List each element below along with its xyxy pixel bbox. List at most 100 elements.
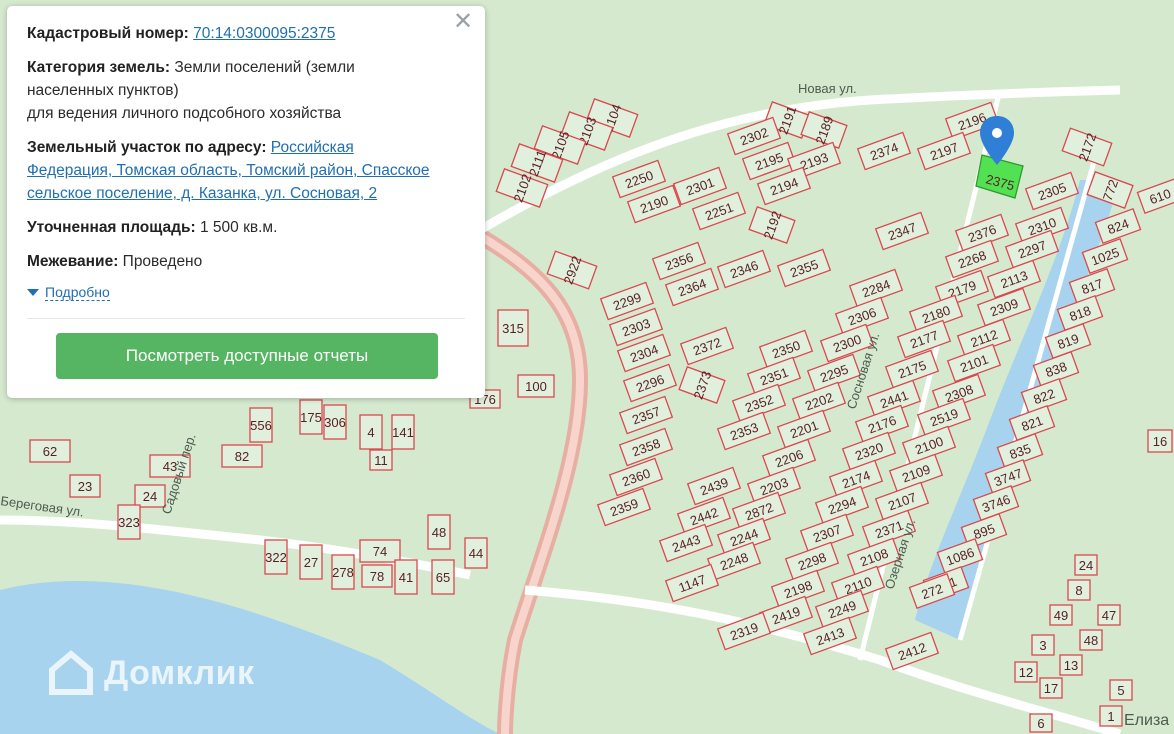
category-row: Категория земель: Земли поселений (земли… <box>27 56 465 125</box>
area-value: 1 500 кв.м. <box>200 219 278 236</box>
parcel-23[interactable]: 23 <box>69 474 101 498</box>
category-value-1: Земли поселений (земли <box>174 59 355 76</box>
parcel-322[interactable]: 322 <box>264 539 288 575</box>
survey-label: Межевание: <box>27 253 119 270</box>
parcel-6[interactable]: 6 <box>1029 713 1053 733</box>
parcel-48[interactable]: 48 <box>427 514 451 550</box>
parcel-1[interactable]: 1 <box>1099 705 1123 727</box>
parcel-label: 49 <box>1054 608 1068 623</box>
parcel-49[interactable]: 49 <box>1049 604 1073 626</box>
parcel-label: 65 <box>436 570 450 585</box>
address-row: Земельный участок по адресу: Российская … <box>27 136 465 205</box>
parcel-label: 78 <box>370 569 384 584</box>
parcel-11[interactable]: 11 <box>369 449 393 471</box>
parcel-82[interactable]: 82 <box>221 444 263 468</box>
parcel-label: 24 <box>143 489 157 504</box>
parcel-label: 6 <box>1037 716 1044 731</box>
parcel-label: 315 <box>502 321 524 336</box>
parcel-78[interactable]: 78 <box>361 564 393 588</box>
cadastral-label: Кадастровый номер: <box>27 25 189 42</box>
address-link-2[interactable]: Федерация, Томская область, Томский райо… <box>27 162 430 179</box>
details-toggle[interactable]: Подробно <box>27 284 465 301</box>
cadastral-row: Кадастровый номер: 70:14:0300095:2375 <box>27 22 465 45</box>
survey-value: Проведено <box>122 253 203 270</box>
parcel-label: 16 <box>1153 434 1167 449</box>
parcel-24[interactable]: 24 <box>1074 554 1098 576</box>
chevron-down-icon <box>27 289 39 296</box>
parcel-47[interactable]: 47 <box>1097 604 1121 626</box>
parcel-65[interactable]: 65 <box>431 559 455 595</box>
view-reports-button[interactable]: Посмотреть доступные отчеты <box>56 333 438 379</box>
parcel-label: 322 <box>265 550 287 565</box>
category-value-2: населенных пунктов) <box>27 82 179 99</box>
parcel-278[interactable]: 278 <box>331 554 355 590</box>
parcel-label: 4 <box>367 425 374 440</box>
parcel-label: 62 <box>43 444 57 459</box>
parcel-info-panel: ✕ Кадастровый номер: 70:14:0300095:2375 … <box>7 6 485 398</box>
parcel-label: 5 <box>1117 683 1124 698</box>
parcel-label: 3 <box>1039 638 1046 653</box>
parcel-556[interactable]: 556 <box>249 407 273 443</box>
address-label: Земельный участок по адресу: <box>27 139 267 156</box>
parcel-label: 100 <box>525 379 547 394</box>
area-row: Уточненная площадь: 1 500 кв.м. <box>27 216 465 239</box>
parcel-label: 11 <box>374 453 388 468</box>
parcel-label: 306 <box>324 415 346 430</box>
address-link-1[interactable]: Российская <box>271 139 354 156</box>
parcel-17[interactable]: 17 <box>1039 677 1063 699</box>
street-label-novaya: Новая ул. <box>798 81 857 96</box>
parcel-label: 23 <box>78 479 92 494</box>
parcel-16[interactable]: 16 <box>1147 429 1173 453</box>
parcel-41[interactable]: 41 <box>394 559 418 595</box>
parcel-100[interactable]: 100 <box>517 374 555 398</box>
parcel-label: 17 <box>1044 681 1058 696</box>
parcel-62[interactable]: 62 <box>29 439 71 463</box>
parcel-74[interactable]: 74 <box>359 539 401 563</box>
parcel-label: 175 <box>300 410 322 425</box>
parcel-label: 278 <box>332 565 354 580</box>
parcel-label: 44 <box>469 546 483 561</box>
details-link[interactable]: Подробно <box>45 284 110 301</box>
parcel-label: 74 <box>373 544 387 559</box>
parcel-label: 27 <box>304 555 318 570</box>
parcel-label: 556 <box>250 418 272 433</box>
house-icon <box>49 650 93 695</box>
close-icon[interactable]: ✕ <box>453 10 473 34</box>
parcel-label: 1 <box>1107 709 1114 724</box>
parcel-27[interactable]: 27 <box>299 544 323 580</box>
parcel-323[interactable]: 323 <box>117 504 141 540</box>
parcel-label: 12 <box>1019 665 1033 680</box>
parcel-label: 82 <box>235 449 249 464</box>
parcel-label: 13 <box>1064 658 1078 673</box>
survey-row: Межевание: Проведено <box>27 250 465 273</box>
parcel-48[interactable]: 48 <box>1079 629 1103 651</box>
parcel-label: 47 <box>1102 608 1116 623</box>
area-label: Уточненная площадь: <box>27 219 196 236</box>
parcel-306[interactable]: 306 <box>323 404 347 440</box>
divider <box>27 318 465 319</box>
parcel-label: 141 <box>392 425 414 440</box>
parcel-13[interactable]: 13 <box>1059 654 1083 676</box>
address-link-3[interactable]: сельское поселение, д. Казанка, ул. Сосн… <box>27 185 377 202</box>
street-label-eliza: Елиза <box>1124 712 1169 729</box>
parcel-label: 48 <box>432 525 446 540</box>
parcel-label: 41 <box>399 570 413 585</box>
parcel-5[interactable]: 5 <box>1109 679 1133 701</box>
parcel-label: 8 <box>1075 583 1082 598</box>
category-value-3: для ведения личного подсобного хозяйства <box>27 105 342 122</box>
parcel-label: 24 <box>1079 558 1093 573</box>
cadastral-number-link[interactable]: 70:14:0300095:2375 <box>193 25 335 42</box>
parcel-315[interactable]: 315 <box>497 309 529 347</box>
parcel-44[interactable]: 44 <box>464 537 488 569</box>
parcel-175[interactable]: 175 <box>299 399 323 435</box>
parcel-8[interactable]: 8 <box>1067 579 1091 601</box>
parcel-141[interactable]: 141 <box>391 414 415 450</box>
parcel-label: 48 <box>1084 633 1098 648</box>
parcel-4[interactable]: 4 <box>359 414 383 450</box>
brand-name: Домклик <box>104 653 255 692</box>
category-label: Категория земель: <box>27 59 171 76</box>
brand-watermark: Домклик <box>48 650 255 696</box>
parcel-12[interactable]: 12 <box>1014 661 1038 683</box>
parcel-label: 323 <box>118 515 140 530</box>
parcel-3[interactable]: 3 <box>1031 634 1055 656</box>
